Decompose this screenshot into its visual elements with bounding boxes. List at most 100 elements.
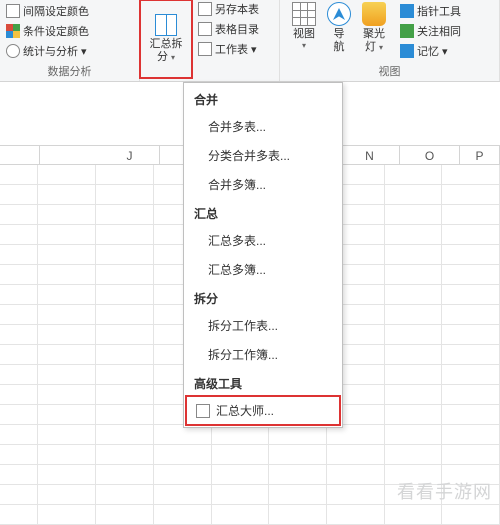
grid-cell[interactable]	[38, 345, 96, 365]
grid-cell[interactable]	[96, 405, 154, 425]
grid-cell[interactable]	[0, 445, 38, 465]
col-header-J[interactable]: J	[100, 146, 160, 164]
grid-cell[interactable]	[38, 265, 96, 285]
grid-cell[interactable]	[385, 165, 443, 185]
grid-cell[interactable]	[442, 385, 500, 405]
grid-cell[interactable]	[385, 445, 443, 465]
grid-cell[interactable]	[154, 465, 212, 485]
grid-cell[interactable]	[327, 445, 385, 465]
grid-cell[interactable]	[38, 465, 96, 485]
btn-memory[interactable]: 记忆 ▾	[398, 42, 463, 60]
grid-cell[interactable]	[154, 505, 212, 525]
grid-cell[interactable]	[96, 185, 154, 205]
grid-cell[interactable]	[96, 245, 154, 265]
grid-cell[interactable]	[385, 185, 443, 205]
col-header-O[interactable]: O	[400, 146, 460, 164]
grid-cell[interactable]	[327, 505, 385, 525]
grid-cell[interactable]	[442, 405, 500, 425]
grid-cell[interactable]	[38, 425, 96, 445]
grid-cell[interactable]	[38, 505, 96, 525]
grid-cell[interactable]	[96, 165, 154, 185]
grid-cell[interactable]	[442, 505, 500, 525]
grid-cell[interactable]	[442, 305, 500, 325]
grid-cell[interactable]	[212, 425, 270, 445]
grid-cell[interactable]	[442, 425, 500, 445]
grid-cell[interactable]	[385, 305, 443, 325]
grid-cell[interactable]	[385, 245, 443, 265]
grid-cell[interactable]	[442, 325, 500, 345]
dd-split-workbook[interactable]: 拆分工作簿...	[184, 340, 342, 369]
grid-cell[interactable]	[38, 165, 96, 185]
col-header-P[interactable]: P	[460, 146, 500, 164]
grid-cell[interactable]	[385, 285, 443, 305]
grid-cell[interactable]	[96, 265, 154, 285]
col-header-N[interactable]: N	[340, 146, 400, 164]
grid-cell[interactable]	[385, 365, 443, 385]
grid-cell[interactable]	[154, 425, 212, 445]
grid-cell[interactable]	[385, 345, 443, 365]
grid-cell[interactable]	[0, 285, 38, 305]
grid-cell[interactable]	[0, 305, 38, 325]
dd-merge-workbooks[interactable]: 合并多簿...	[184, 170, 342, 199]
grid-cell[interactable]	[269, 445, 327, 465]
grid-cell[interactable]	[0, 325, 38, 345]
grid-cell[interactable]	[269, 485, 327, 505]
dd-split-sheet[interactable]: 拆分工作表...	[184, 311, 342, 340]
grid-cell[interactable]	[38, 205, 96, 225]
btn-view[interactable]: 视图 ▾	[284, 2, 324, 50]
grid-cell[interactable]	[0, 245, 38, 265]
grid-cell[interactable]	[38, 325, 96, 345]
grid-cell[interactable]	[96, 385, 154, 405]
grid-cell[interactable]	[212, 465, 270, 485]
btn-spotlight[interactable]: 聚光 灯 ▾	[354, 2, 394, 53]
grid-cell[interactable]	[442, 365, 500, 385]
grid-cell[interactable]	[0, 385, 38, 405]
grid-cell[interactable]	[385, 325, 443, 345]
dd-summary-tables[interactable]: 汇总多表...	[184, 226, 342, 255]
grid-cell[interactable]	[96, 305, 154, 325]
grid-cell[interactable]	[212, 485, 270, 505]
grid-cell[interactable]	[96, 485, 154, 505]
grid-cell[interactable]	[442, 185, 500, 205]
grid-cell[interactable]	[385, 505, 443, 525]
grid-cell[interactable]	[38, 485, 96, 505]
btn-summary-split[interactable]: 汇总拆 分 ▾	[140, 0, 192, 78]
grid-cell[interactable]	[96, 325, 154, 345]
grid-cell[interactable]	[0, 165, 38, 185]
grid-cell[interactable]	[154, 445, 212, 465]
grid-cell[interactable]	[0, 365, 38, 385]
btn-condition-color[interactable]: 条件设定颜色	[4, 22, 91, 40]
grid-cell[interactable]	[0, 345, 38, 365]
grid-cell[interactable]	[0, 185, 38, 205]
grid-cell[interactable]	[0, 205, 38, 225]
grid-cell[interactable]	[0, 465, 38, 485]
grid-cell[interactable]	[442, 265, 500, 285]
btn-stats[interactable]: 统计与分析 ▾	[4, 42, 91, 60]
grid-cell[interactable]	[96, 345, 154, 365]
btn-pointer-tool[interactable]: 指针工具	[398, 2, 463, 20]
grid-cell[interactable]	[385, 385, 443, 405]
grid-cell[interactable]	[0, 225, 38, 245]
grid-cell[interactable]	[385, 405, 443, 425]
grid-cell[interactable]	[0, 505, 38, 525]
grid-cell[interactable]	[269, 505, 327, 525]
grid-cell[interactable]	[38, 445, 96, 465]
grid-cell[interactable]	[96, 285, 154, 305]
grid-cell[interactable]	[38, 285, 96, 305]
grid-cell[interactable]	[38, 185, 96, 205]
grid-cell[interactable]	[0, 405, 38, 425]
col-header[interactable]	[0, 146, 40, 164]
grid-cell[interactable]	[96, 365, 154, 385]
grid-cell[interactable]	[442, 345, 500, 365]
grid-cell[interactable]	[327, 465, 385, 485]
grid-cell[interactable]	[212, 445, 270, 465]
grid-cell[interactable]	[38, 405, 96, 425]
grid-cell[interactable]	[442, 165, 500, 185]
grid-cell[interactable]	[442, 225, 500, 245]
grid-cell[interactable]	[269, 465, 327, 485]
grid-cell[interactable]	[212, 505, 270, 525]
grid-cell[interactable]	[38, 245, 96, 265]
grid-cell[interactable]	[38, 305, 96, 325]
grid-cell[interactable]	[269, 425, 327, 445]
grid-cell[interactable]	[96, 205, 154, 225]
